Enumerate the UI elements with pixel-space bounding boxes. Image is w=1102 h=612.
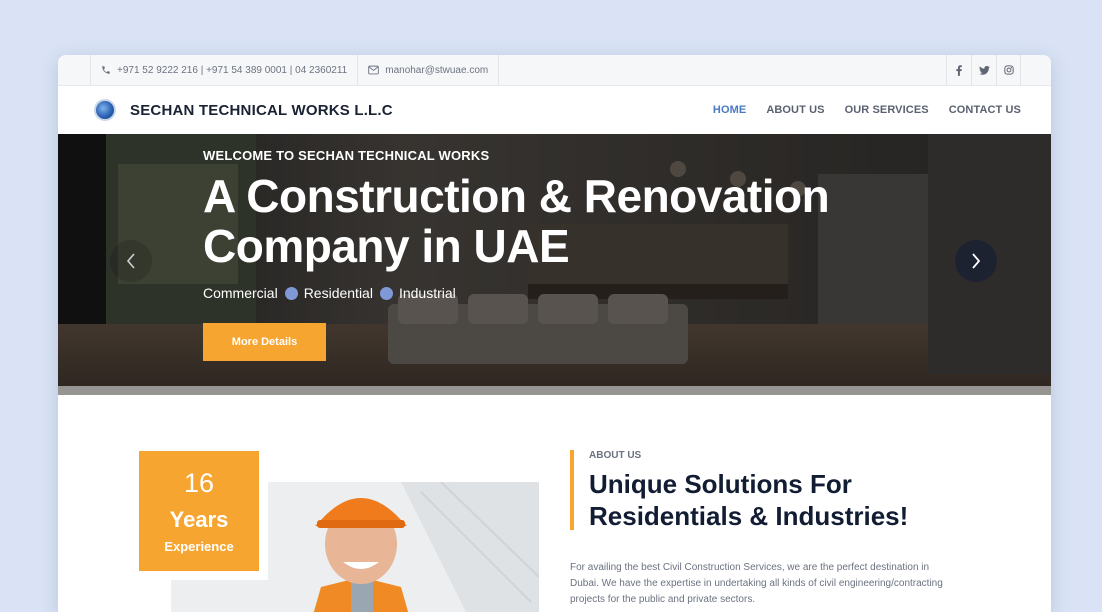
nav-home[interactable]: HOME <box>713 104 746 116</box>
about-text-block: ABOUT US Unique Solutions For Residentia… <box>570 450 960 608</box>
phone-numbers: +971 52 9222 216 | +971 54 389 0001 | 04… <box>117 64 348 76</box>
facebook-link[interactable] <box>946 55 971 85</box>
slider-next-button[interactable] <box>955 240 997 282</box>
about-kicker: ABOUT US <box>589 450 642 461</box>
phone-contact[interactable]: +971 52 9222 216 | +971 54 389 0001 | 04… <box>90 55 359 85</box>
tag-dot-icon <box>284 286 298 300</box>
hero-content: WELCOME TO SECHAN TECHNICAL WORKS A Cons… <box>203 148 830 361</box>
hero-title-line-2: Company in UAE <box>203 220 570 272</box>
company-logo[interactable] <box>94 99 116 121</box>
twitter-icon <box>978 65 990 75</box>
twitter-link[interactable] <box>971 55 996 85</box>
hero-tags: Commercial Residential Industrial <box>203 285 829 301</box>
hero-title: A Construction & Renovation Company in U… <box>203 170 830 272</box>
hero-title-line-1: A Construction & Renovation <box>203 170 830 222</box>
about-body-text: For availing the best Civil Construction… <box>570 562 943 605</box>
tag-residential: Residential <box>303 285 373 301</box>
brand-name[interactable]: SECHAN TECHNICAL WORKS L.L.C <box>130 102 393 119</box>
main-navbar: SECHAN TECHNICAL WORKS L.L.C HOME ABOUT … <box>58 86 1051 134</box>
email-address: manohar@stwuae.com <box>385 64 489 76</box>
chevron-left-icon <box>126 253 135 269</box>
instagram-link[interactable] <box>996 55 1021 85</box>
top-contact-bar: +971 52 9222 216 | +971 54 389 0001 | 04… <box>58 55 1051 86</box>
experience-label: Experience <box>164 539 234 554</box>
hero-slider: WELCOME TO SECHAN TECHNICAL WORKS A Cons… <box>58 134 1051 395</box>
instagram-icon <box>1003 65 1014 75</box>
about-title-line-1: Unique Solutions For <box>589 469 852 499</box>
hero-kicker: WELCOME TO SECHAN TECHNICAL WORKS <box>203 148 490 163</box>
about-title: Unique Solutions For Residentials & Indu… <box>589 468 960 532</box>
tag-commercial: Commercial <box>203 285 278 301</box>
more-details-button[interactable]: More Details <box>203 323 326 361</box>
chevron-right-icon <box>972 253 981 269</box>
email-contact[interactable]: manohar@stwuae.com <box>358 55 500 85</box>
facebook-icon <box>956 64 962 76</box>
phone-icon <box>101 65 111 75</box>
envelope-icon <box>368 65 380 75</box>
browser-window: +971 52 9222 216 | +971 54 389 0001 | 04… <box>58 55 1051 612</box>
about-title-line-2: Residentials & Industries! <box>589 501 909 531</box>
experience-years: Years <box>169 507 229 532</box>
about-section: 16 Years Experience ABOUT US Unique Solu… <box>58 395 1051 612</box>
slider-prev-button[interactable] <box>110 240 152 282</box>
nav-contact-us[interactable]: CONTACT US <box>949 104 1021 116</box>
nav-our-services[interactable]: OUR SERVICES <box>845 104 929 116</box>
nav-about-us[interactable]: ABOUT US <box>766 104 824 116</box>
experience-number: 16 <box>183 468 215 498</box>
experience-badge: 16 Years Experience <box>130 442 268 580</box>
tag-industrial: Industrial <box>398 285 456 301</box>
tag-dot-icon <box>379 286 393 300</box>
